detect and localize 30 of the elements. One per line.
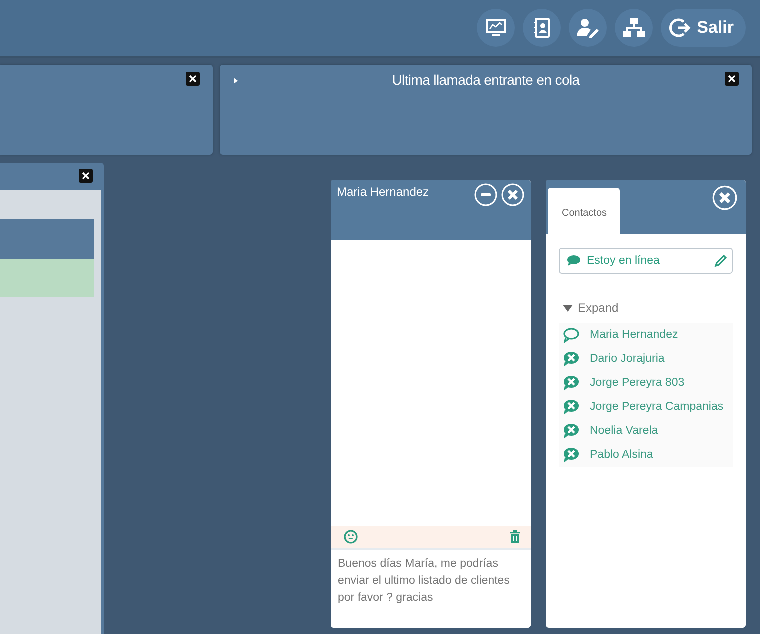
panel-title: Ultima llamada entrante en cola xyxy=(392,72,580,90)
monitor-chart-icon xyxy=(485,17,508,39)
contact-item[interactable]: Dario Jorajuria xyxy=(559,347,733,371)
exit-button[interactable]: Salir xyxy=(661,9,746,47)
contact-item[interactable]: Maria Hernandez xyxy=(559,323,733,347)
trash-icon[interactable] xyxy=(509,530,521,544)
status-field[interactable]: Estoy en línea xyxy=(559,248,733,274)
minimize-icon[interactable] xyxy=(474,183,498,207)
chat-title: Maria Hernandez xyxy=(337,185,430,199)
contact-item[interactable]: Pablo Alsina xyxy=(559,443,733,467)
exit-icon xyxy=(669,17,694,39)
close-icon[interactable] xyxy=(725,72,739,86)
contact-item[interactable]: Noelia Varela xyxy=(559,419,733,443)
expand-arrow-icon[interactable] xyxy=(233,77,239,85)
contact-item[interactable]: Jorge Pereyra Campanias xyxy=(559,395,733,419)
contacts-tab[interactable]: Contactos xyxy=(548,188,620,234)
contact-item[interactable]: Jorge Pereyra 803 xyxy=(559,371,733,395)
user-edit-button[interactable] xyxy=(569,9,608,47)
status-text: Estoy en línea xyxy=(587,255,661,267)
user-pencil-icon xyxy=(576,17,600,39)
address-book-button[interactable] xyxy=(523,9,562,47)
chat-bubble-icon xyxy=(567,255,581,267)
close-icon[interactable] xyxy=(79,169,93,183)
expand-toggle[interactable]: Expand xyxy=(559,301,733,315)
close-icon[interactable] xyxy=(186,72,200,86)
monitor-chart-button[interactable] xyxy=(477,9,516,47)
hierarchy-button[interactable] xyxy=(615,9,654,47)
smiley-icon[interactable] xyxy=(344,530,358,544)
pencil-icon[interactable] xyxy=(714,254,728,268)
hierarchy-icon xyxy=(622,17,646,39)
